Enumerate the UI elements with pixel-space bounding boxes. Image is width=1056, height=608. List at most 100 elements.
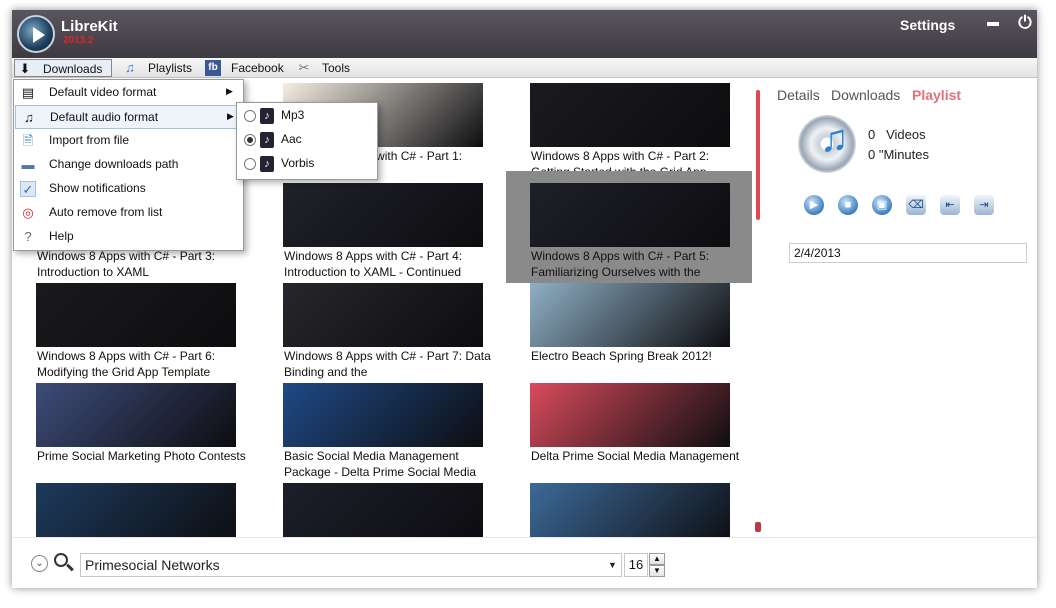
grid-scrollbar-end <box>755 522 761 532</box>
save-icon[interactable]: ▣ <box>872 195 892 215</box>
audio-file-icon: ♪ <box>260 108 274 124</box>
settings-button[interactable]: Settings <box>900 17 955 33</box>
video-thumbnail[interactable] <box>283 283 483 347</box>
menu-item-label: Default audio format <box>50 110 159 124</box>
audio-option-aac[interactable]: ♪ Aac <box>238 128 376 152</box>
tab-playlist[interactable]: Playlist <box>912 87 961 103</box>
radio-vorbis[interactable] <box>244 158 256 170</box>
menu-item-import-from-file[interactable]: 🗎 Import from file <box>15 129 243 153</box>
minutes-label: "Minutes <box>878 147 929 162</box>
video-thumbnail[interactable] <box>36 283 236 347</box>
video-tile[interactable]: Delta Prime Social Media Management <box>530 383 739 483</box>
results-count-field[interactable]: 16 <box>624 553 648 577</box>
video-thumbnail[interactable] <box>283 483 483 537</box>
menu-item-default-video-format[interactable]: ▤ Default video format ▶ <box>15 81 243 105</box>
stop-icon[interactable]: ■ <box>838 195 858 215</box>
grid-scrollbar[interactable] <box>755 90 761 532</box>
tab-downloads[interactable]: Downloads <box>831 87 900 103</box>
video-tile[interactable]: Windows 8 Apps with C# - Part 7: Data Bi… <box>283 283 491 383</box>
videos-stat: 0 Videos <box>868 127 926 142</box>
move-left-icon[interactable]: ⇤ <box>940 195 960 215</box>
video-tile[interactable]: Windows 8 Apps with C# - Part 2: Getting… <box>530 83 730 183</box>
audio-file-icon: ♪ <box>260 132 274 148</box>
video-thumbnail[interactable] <box>283 383 483 447</box>
audio-file-icon: ♪ <box>260 156 274 172</box>
music-note-icon: ♫ <box>24 110 34 125</box>
menu-item-default-audio-format[interactable]: ♫ Default audio format ▶ <box>15 105 243 129</box>
video-tile[interactable] <box>283 483 483 537</box>
date-field[interactable]: 2/4/2013 <box>789 243 1027 263</box>
menu-facebook[interactable]: fb Facebook <box>203 59 288 77</box>
app-title: LibreKit <box>61 18 118 35</box>
video-thumbnail[interactable] <box>530 383 730 447</box>
move-right-icon[interactable]: ⇥ <box>974 195 994 215</box>
video-tile[interactable] <box>36 483 236 537</box>
video-thumbnail[interactable] <box>530 283 730 347</box>
radio-aac[interactable] <box>244 134 256 146</box>
chevron-down-icon[interactable]: ⌄ <box>31 555 48 572</box>
video-tile[interactable]: Basic Social Media Management Package - … <box>283 383 483 483</box>
menu-item-help[interactable]: ? Help <box>15 225 243 249</box>
video-tile[interactable]: Electro Beach Spring Break 2012! <box>530 283 730 383</box>
grid-scrollbar-thumb[interactable] <box>756 90 760 220</box>
minimize-icon[interactable] <box>987 22 999 26</box>
eraser-icon[interactable]: ⌫ <box>906 195 926 215</box>
menu-item-label: Auto remove from list <box>49 205 163 219</box>
video-title: Windows 8 Apps with C# - Part 7: Data Bi… <box>284 349 491 379</box>
menu-downloads[interactable]: ⬇ Downloads <box>14 59 112 77</box>
video-tile[interactable]: Windows 8 Apps with C# - Part 5: Familia… <box>506 171 752 283</box>
menu-playlists[interactable]: ♫ Playlists <box>120 59 200 77</box>
video-thumbnail[interactable] <box>283 183 483 247</box>
search-icon[interactable] <box>54 553 74 573</box>
title-bar: LibreKit 2013.2 Settings ⏻ <box>12 10 1037 58</box>
menu-item-label: Help <box>49 229 74 243</box>
video-thumbnail[interactable] <box>530 83 730 147</box>
tab-details[interactable]: Details <box>777 87 820 103</box>
video-title: Prime Social Marketing Photo Contests <box>37 449 246 463</box>
videos-label: Videos <box>886 127 926 142</box>
app-logo-icon <box>17 15 55 53</box>
menu-item-label: Show notifications <box>49 181 146 195</box>
video-thumbnail[interactable] <box>530 183 730 247</box>
downloads-menu: ▤ Default video format ▶ ♫ Default audio… <box>13 79 244 251</box>
menu-bar: ⬇ Downloads ♫ Playlists fb Facebook ✂ To… <box>12 58 1037 78</box>
menu-item-auto-remove-from-list[interactable]: ◎ Auto remove from list <box>15 201 243 225</box>
video-thumbnail[interactable] <box>36 483 236 537</box>
menu-item-change-downloads-path[interactable]: ▬ Change downloads path <box>15 153 243 177</box>
menu-item-label: Default video format <box>49 85 157 99</box>
facebook-icon: fb <box>205 60 221 76</box>
search-dropdown-arrow-icon[interactable]: ▼ <box>608 560 617 570</box>
audio-format-submenu: ♪ Mp3 ♪ Aac ♪ Vorbis <box>236 102 378 180</box>
video-title: Windows 8 Apps with C# - Part 6: Modifyi… <box>37 349 216 379</box>
download-arrow-icon: ⬇ <box>19 61 31 76</box>
video-tile[interactable]: Prime Social Marketing Photo Contests <box>36 383 246 483</box>
video-tile[interactable]: Windows 8 Apps with C# - Part 6: Modifyi… <box>36 283 236 383</box>
play-icon[interactable]: ▶ <box>804 195 824 215</box>
menu-item-show-notifications[interactable]: ✓ Show notifications <box>15 177 243 201</box>
power-icon[interactable]: ⏻ <box>1016 14 1034 32</box>
menu-tools-label: Tools <box>322 61 351 75</box>
search-input[interactable]: Primesocial Networks <box>80 553 622 577</box>
video-tile[interactable] <box>530 483 730 537</box>
video-title: Windows 8 Apps with C# - Part 4: Introdu… <box>284 249 463 279</box>
video-thumbnail[interactable] <box>36 383 236 447</box>
spin-up-icon[interactable]: ▲ <box>649 553 665 565</box>
help-icon: ? <box>24 229 32 244</box>
film-icon: ▤ <box>21 85 35 100</box>
app-version: 2013.2 <box>63 35 94 46</box>
spin-down-icon[interactable]: ▼ <box>649 565 665 577</box>
menu-tools[interactable]: ✂ Tools <box>294 59 364 77</box>
audio-option-label: Mp3 <box>281 108 305 122</box>
menu-item-label: Import from file <box>49 133 130 147</box>
radio-mp3[interactable] <box>244 110 256 122</box>
video-title: Windows 8 Apps with C# - Part 3: Introdu… <box>37 249 216 279</box>
video-thumbnail[interactable] <box>530 483 730 537</box>
video-tile[interactable]: Windows 8 Apps with C# - Part 4: Introdu… <box>283 183 483 283</box>
chevron-right-icon: ▶ <box>226 86 233 96</box>
music-cd-icon: ♫ <box>798 115 856 173</box>
audio-option-vorbis[interactable]: ♪ Vorbis <box>238 152 376 176</box>
folder-icon: ▬ <box>21 157 35 172</box>
menu-downloads-label: Downloads <box>43 62 103 76</box>
menu-item-label: Change downloads path <box>49 157 179 171</box>
audio-option-mp3[interactable]: ♪ Mp3 <box>238 104 376 128</box>
